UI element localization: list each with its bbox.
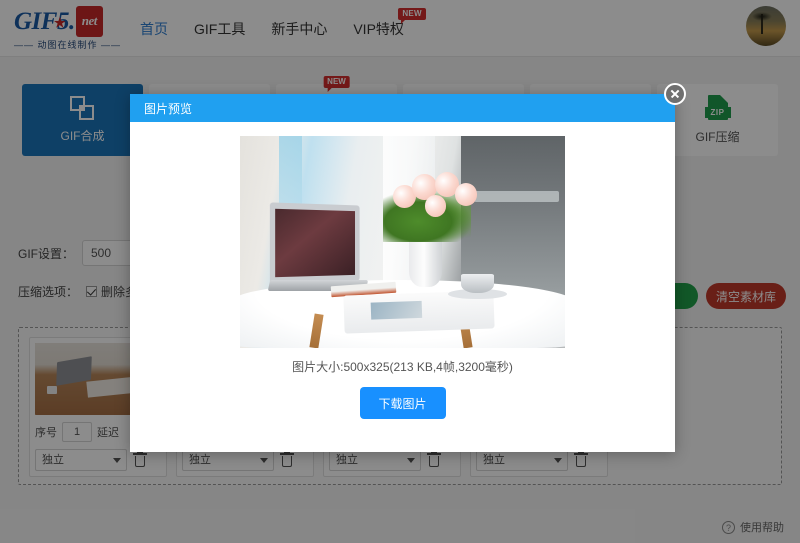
image-size-caption: 图片大小:500x325(213 KB,4帧,3200毫秒): [292, 360, 513, 374]
modal-title-bar: 图片预览: [130, 94, 675, 122]
close-icon[interactable]: [664, 83, 686, 105]
download-image-button[interactable]: 下载图片: [359, 387, 446, 419]
image-preview-modal: 图片预览 图片大小:500x325(213 KB,4帧,3200毫秒) 下载图片: [130, 83, 686, 452]
modal-title: 图片预览: [144, 101, 193, 116]
modal-body: 图片大小:500x325(213 KB,4帧,3200毫秒) 下载图片: [130, 122, 675, 419]
preview-image: [240, 136, 565, 348]
app-root: GIF5. net ★ —— 动图在线制作 —— 首页 GIF工具 新手中心 VI…: [0, 0, 800, 543]
